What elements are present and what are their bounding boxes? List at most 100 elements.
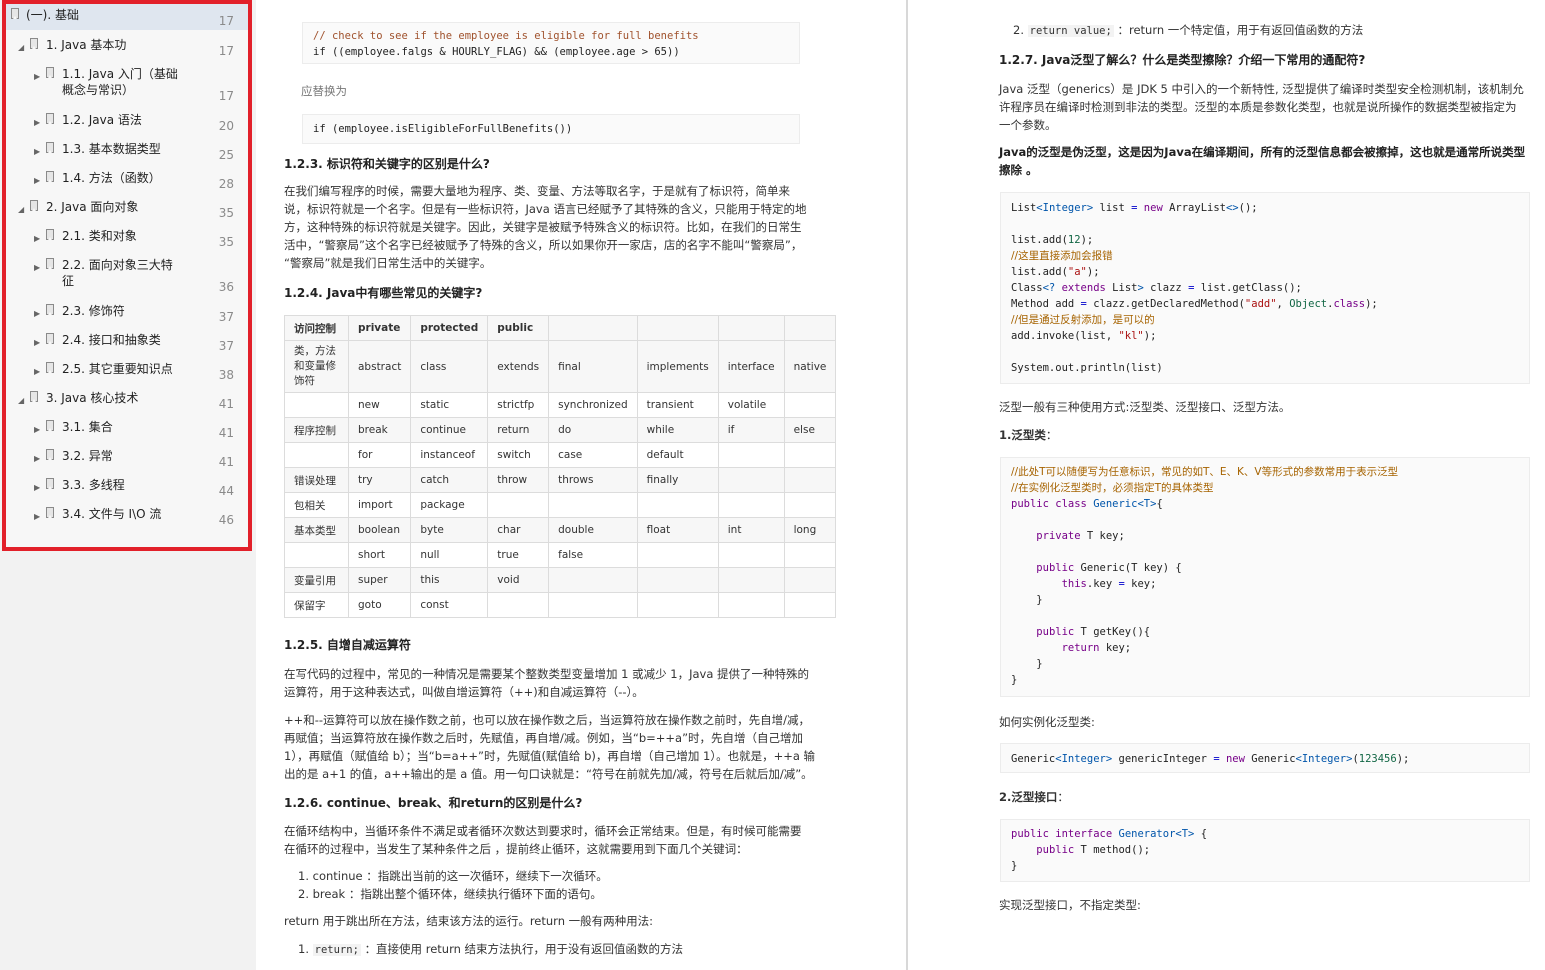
bookmark-icon bbox=[46, 171, 54, 182]
expand-triangle-icon[interactable]: ▶ bbox=[34, 260, 42, 276]
table-cell: 包相关 bbox=[284, 492, 349, 518]
text-line: ++和--运算符可以放在操作数之前，也可以放在操作数之后，当运算符放在操作数之前… bbox=[284, 713, 810, 727]
outline-item[interactable]: ▶ 3.2. 异常 41 bbox=[6, 445, 248, 471]
expand-triangle-icon[interactable]: ▶ bbox=[34, 335, 42, 351]
outline-item[interactable]: ▶ 2.1. 类和对象 35 bbox=[6, 225, 248, 251]
table-cell: false bbox=[548, 542, 638, 568]
table-cell: float bbox=[636, 517, 719, 543]
outline-item[interactable]: ▶ 2.2. 面向对象三大特征 36 bbox=[6, 254, 248, 300]
code-block-flags: // check to see if the employee is eligi… bbox=[302, 22, 800, 64]
collapse-triangle-icon[interactable]: ◢ bbox=[18, 40, 26, 56]
table-cell: true bbox=[487, 542, 550, 568]
table-row: 程序控制 break continue return do while if else bbox=[284, 417, 837, 443]
outline-item[interactable]: ▶ 1.4. 方法（函数） 28 bbox=[6, 167, 248, 193]
outline-item-label: 2.4. 接口和抽象类 bbox=[62, 333, 161, 347]
collapse-triangle-icon[interactable]: ◢ bbox=[18, 393, 26, 409]
table-cell: case bbox=[548, 442, 638, 468]
outline-page-number: 17 bbox=[218, 89, 234, 103]
table-cell bbox=[636, 592, 719, 618]
outline-item[interactable]: ▶ 2.4. 接口和抽象类 37 bbox=[6, 329, 248, 355]
expand-triangle-icon[interactable]: ▶ bbox=[34, 451, 42, 467]
table-cell: extends bbox=[487, 340, 550, 393]
table-cell: switch bbox=[487, 442, 550, 468]
table-cell: new bbox=[347, 392, 412, 418]
outline-item-label: 1.3. 基本数据类型 bbox=[62, 142, 161, 156]
table-row: new static strictfp synchronized transient vo… bbox=[284, 392, 837, 418]
heading-1-2-4: 1.2.4. Java中有哪些常见的关键字? bbox=[284, 286, 483, 300]
bookmark-icon bbox=[46, 142, 54, 153]
outline-item[interactable]: ◢ 3. Java 核心技术 41 bbox=[6, 387, 248, 413]
table-cell: do bbox=[548, 417, 638, 443]
list-item-continue: 1. continue ：指跳出当前的这一次循环，继续下一次循环。 bbox=[298, 869, 608, 883]
expand-triangle-icon[interactable]: ▶ bbox=[34, 115, 42, 131]
outline-item[interactable]: ▶ 3.1. 集合 41 bbox=[6, 416, 248, 442]
expand-triangle-icon[interactable]: ▶ bbox=[34, 364, 42, 380]
outline-page-number: 25 bbox=[218, 148, 234, 162]
outline-item-label: 2.1. 类和对象 bbox=[62, 229, 137, 243]
code-block-generator: public interface Generator<T> { public T… bbox=[1000, 819, 1530, 882]
paragraph-increment-2: ++和--运算符可以放在操作数之前，也可以放在操作数之后，当运算符放在操作数之前… bbox=[284, 711, 824, 783]
expand-triangle-icon[interactable]: ▶ bbox=[34, 69, 42, 85]
outline-item[interactable]: ▶ 2.5. 其它重要知识点 38 bbox=[6, 358, 248, 384]
outline-page-number: 20 bbox=[218, 119, 234, 133]
outline-item[interactable]: ▶ 1.2. Java 语法 20 bbox=[6, 109, 248, 135]
table-cell: 变量引用 bbox=[284, 567, 349, 593]
outline-item[interactable]: ▶ 3.4. 文件与 I\O 流 46 bbox=[6, 503, 248, 529]
expand-triangle-icon[interactable]: ▶ bbox=[34, 480, 42, 496]
outline-item-label: 3.3. 多线程 bbox=[62, 478, 125, 492]
code-line: if ((employee.falgs & HOURLY_FLAG) && (e… bbox=[313, 46, 680, 58]
bookmark-icon bbox=[46, 229, 54, 240]
table-cell: 错误处理 bbox=[284, 467, 349, 493]
table-cell: catch bbox=[410, 467, 489, 493]
how-instantiate-text: 如何实例化泛型类: bbox=[999, 715, 1095, 729]
text-line: 在循环的过程中，当发生了某种条件之后 ，提前终止循环，这就需要用到下面几个关键词… bbox=[284, 842, 748, 856]
replace-label: 应替换为 bbox=[301, 84, 347, 98]
expand-triangle-icon[interactable]: ▶ bbox=[34, 231, 42, 247]
expand-triangle-icon[interactable]: ▶ bbox=[34, 422, 42, 438]
expand-triangle-icon[interactable]: ▶ bbox=[34, 509, 42, 525]
cell-line: 饰符 bbox=[294, 375, 315, 387]
outline-page-number: 36 bbox=[218, 280, 234, 294]
outline-item-label: 1.1. Java 入门（基础 bbox=[62, 67, 178, 81]
paragraph-generics: Java 泛型（generics）是 JDK 5 中引入的一个新特性, 泛型提供… bbox=[999, 80, 1534, 134]
table-cell: final bbox=[548, 340, 638, 393]
code-comment: //这里直接添加会报错 bbox=[1011, 250, 1113, 262]
text-line: Java的泛型是伪泛型，这是因为Java在编译期间，所有的泛型信息都会被擦掉，这… bbox=[999, 145, 1526, 159]
outline-item[interactable]: ▶ 2.3. 修饰符 37 bbox=[6, 300, 248, 326]
heading-1-2-7: 1.2.7. Java泛型了解么？什么是类型擦除？介绍一下常用的通配符? bbox=[999, 53, 1366, 67]
text-line: 出的是 a+1 的值，a++输出的是 a 值。用一句口诀就是：“符号在前就先加/… bbox=[284, 767, 813, 781]
table-cell bbox=[548, 592, 638, 618]
table-cell: else bbox=[783, 417, 837, 443]
heading-generic-class: 1.泛型类： bbox=[999, 426, 1057, 444]
table-cell bbox=[284, 542, 349, 568]
expand-triangle-icon[interactable]: ▶ bbox=[34, 306, 42, 322]
outline-item[interactable]: ▶ 1.1. Java 入门（基础 概念与常识） 17 bbox=[6, 63, 248, 109]
bookmark-icon bbox=[46, 258, 54, 269]
list-item-return-void: 1. return; ：直接使用 return 结束方法执行，用于没有返回值函数… bbox=[298, 940, 683, 959]
table-cell: implements bbox=[636, 340, 719, 393]
table-cell: throw bbox=[487, 467, 550, 493]
generic-interface-label: 2.泛型接口 bbox=[999, 790, 1058, 804]
text-line: 在循环结构中，当循环条件不满足或者循环次数达到要求时，循环会正常结束。但是，有时… bbox=[284, 824, 802, 838]
table-cell bbox=[284, 442, 349, 468]
code-block-generic-class: //此处T可以随便写为任意标识，常见的如T、E、K、V等形式的参数常用于表示泛型… bbox=[1000, 457, 1530, 697]
expand-triangle-icon[interactable]: ▶ bbox=[34, 173, 42, 189]
outline-item[interactable]: ◢ 2. Java 面向对象 35 bbox=[6, 196, 248, 222]
expand-triangle-icon[interactable]: ▶ bbox=[34, 144, 42, 160]
outline-page-number: 38 bbox=[218, 368, 234, 382]
heading-1-2-5: 1.2.5. 自增自减运算符 bbox=[284, 638, 411, 652]
table-cell bbox=[284, 392, 349, 418]
outline-item[interactable]: ◢(一). 基础17 bbox=[6, 4, 248, 30]
table-cell: try bbox=[347, 467, 412, 493]
table-cell: while bbox=[636, 417, 719, 443]
outline-item[interactable]: ▶ 3.3. 多线程 44 bbox=[6, 474, 248, 500]
outline-item[interactable]: ◢ 1. Java 基本功 17 bbox=[6, 34, 248, 60]
outline-item[interactable]: ▶ 1.3. 基本数据类型 25 bbox=[6, 138, 248, 164]
table-cell: int bbox=[717, 517, 785, 543]
collapse-triangle-icon[interactable]: ◢ bbox=[18, 202, 26, 218]
table-cell bbox=[548, 567, 638, 593]
outline-page-number: 37 bbox=[218, 310, 234, 324]
table-row: 访问控制 private protected public bbox=[284, 315, 837, 341]
table-cell bbox=[717, 442, 785, 468]
keywords-table: 访问控制 private protected public 类，方法 和变量修 饰符 abst… bbox=[284, 315, 837, 618]
